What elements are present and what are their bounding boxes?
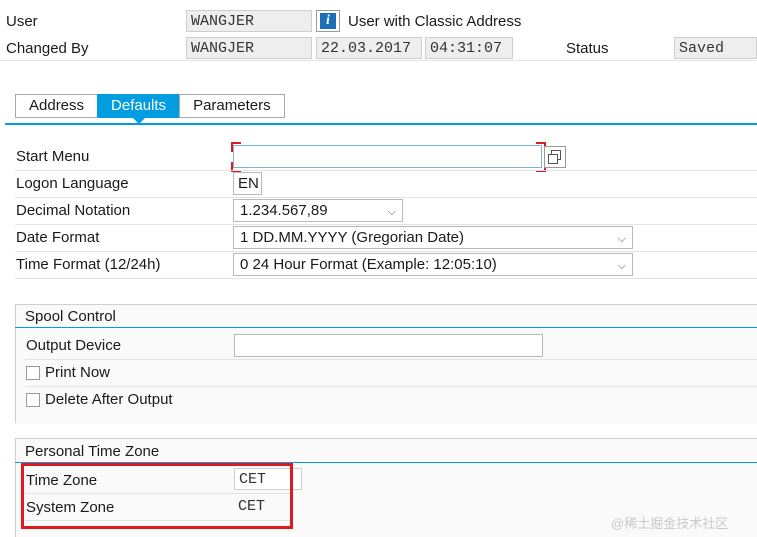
spool-control-title: Spool Control [25, 308, 116, 325]
output-device-input[interactable] [234, 334, 543, 357]
print-now-checkbox[interactable] [26, 366, 40, 380]
row-divider [25, 359, 757, 360]
date-format-value: 1 DD.MM.YYYY (Gregorian Date) [240, 229, 464, 246]
decimal-notation-label: Decimal Notation [16, 202, 131, 219]
chevron-down-icon: ⌵ [617, 233, 626, 245]
time-format-select[interactable]: 0 24 Hour Format (Example: 12:05:10) ⌵ [233, 253, 633, 276]
delete-after-output-label: Delete After Output [45, 391, 173, 408]
logon-language-label: Logon Language [16, 175, 129, 192]
watermark-text: @稀土掘金技术社区 [611, 516, 729, 531]
start-menu-label: Start Menu [16, 148, 90, 165]
delete-after-output-checkbox[interactable] [26, 393, 40, 407]
tab-defaults[interactable]: Defaults [97, 94, 180, 124]
group-title-line [15, 327, 757, 328]
focus-corner-tl [231, 142, 241, 152]
header-divider [0, 60, 757, 61]
changed-by-value: WANGJER [186, 37, 312, 59]
status-label: Status [566, 40, 609, 57]
decimal-notation-select[interactable]: 1.234.567,89 ⌵ [233, 199, 403, 222]
time-format-label: Time Format (12/24h) [16, 256, 161, 273]
row-divider [15, 170, 757, 171]
user-value: WANGJER [186, 10, 312, 32]
row-divider [15, 224, 757, 225]
date-format-label: Date Format [16, 229, 100, 246]
highlight-box [21, 463, 293, 529]
time-format-value: 0 24 Hour Format (Example: 12:05:10) [240, 256, 497, 273]
row-divider [15, 197, 757, 198]
personal-time-zone-title: Personal Time Zone [25, 443, 160, 460]
logon-language-input[interactable]: EN [233, 172, 262, 195]
print-now-label: Print Now [45, 364, 111, 381]
chevron-down-icon: ⌵ [387, 206, 396, 218]
chevron-down-icon: ⌵ [617, 260, 626, 272]
tab-strip: Address Defaults Parameters [15, 94, 285, 124]
status-value: Saved [674, 37, 757, 59]
tab-address[interactable]: Address [15, 94, 98, 118]
changed-by-label: Changed By [6, 40, 89, 57]
user-label: User [6, 13, 38, 30]
row-divider [15, 278, 757, 279]
changed-date: 22.03.2017 [316, 37, 422, 59]
row-divider [25, 386, 757, 387]
output-device-label: Output Device [26, 337, 122, 354]
info-icon[interactable]: i [316, 10, 340, 32]
tab-underline [5, 123, 757, 125]
tab-parameters[interactable]: Parameters [179, 94, 285, 118]
changed-time: 04:31:07 [425, 37, 513, 59]
decimal-notation-value: 1.234.567,89 [240, 202, 328, 219]
date-format-select[interactable]: 1 DD.MM.YYYY (Gregorian Date) ⌵ [233, 226, 633, 249]
value-help-icon[interactable] [544, 146, 566, 168]
user-description: User with Classic Address [348, 13, 522, 30]
start-menu-input[interactable] [233, 145, 542, 168]
row-divider [15, 251, 757, 252]
